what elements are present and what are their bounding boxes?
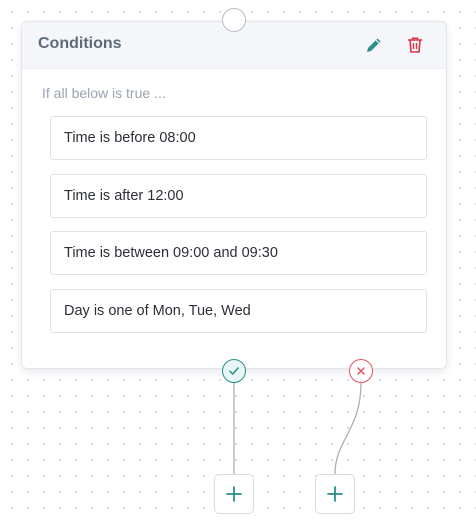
edit-button[interactable]	[362, 33, 386, 57]
plus-icon	[226, 486, 242, 502]
x-icon	[357, 367, 365, 375]
delete-button[interactable]	[403, 33, 427, 57]
check-icon	[229, 367, 239, 375]
condition-item[interactable]: Time is between 09:00 and 09:30	[50, 231, 427, 275]
conditions-subtitle: If all below is true ...	[42, 85, 166, 101]
condition-item[interactable]: Time is after 12:00	[50, 174, 427, 218]
condition-item[interactable]: Day is one of Mon, Tue, Wed	[50, 289, 427, 333]
add-false-step-button[interactable]	[315, 474, 355, 514]
add-true-step-button[interactable]	[214, 474, 254, 514]
false-branch-connector	[334, 382, 362, 475]
plus-icon	[327, 486, 343, 502]
false-branch-port[interactable]	[349, 359, 373, 383]
card-title: Conditions	[38, 35, 122, 52]
true-branch-port[interactable]	[222, 359, 246, 383]
input-port	[222, 8, 246, 32]
conditions-card: Conditions If all below is true ... Time…	[21, 21, 447, 369]
pencil-icon	[367, 38, 381, 52]
trash-icon	[407, 37, 423, 53]
condition-item[interactable]: Time is before 08:00	[50, 116, 427, 160]
